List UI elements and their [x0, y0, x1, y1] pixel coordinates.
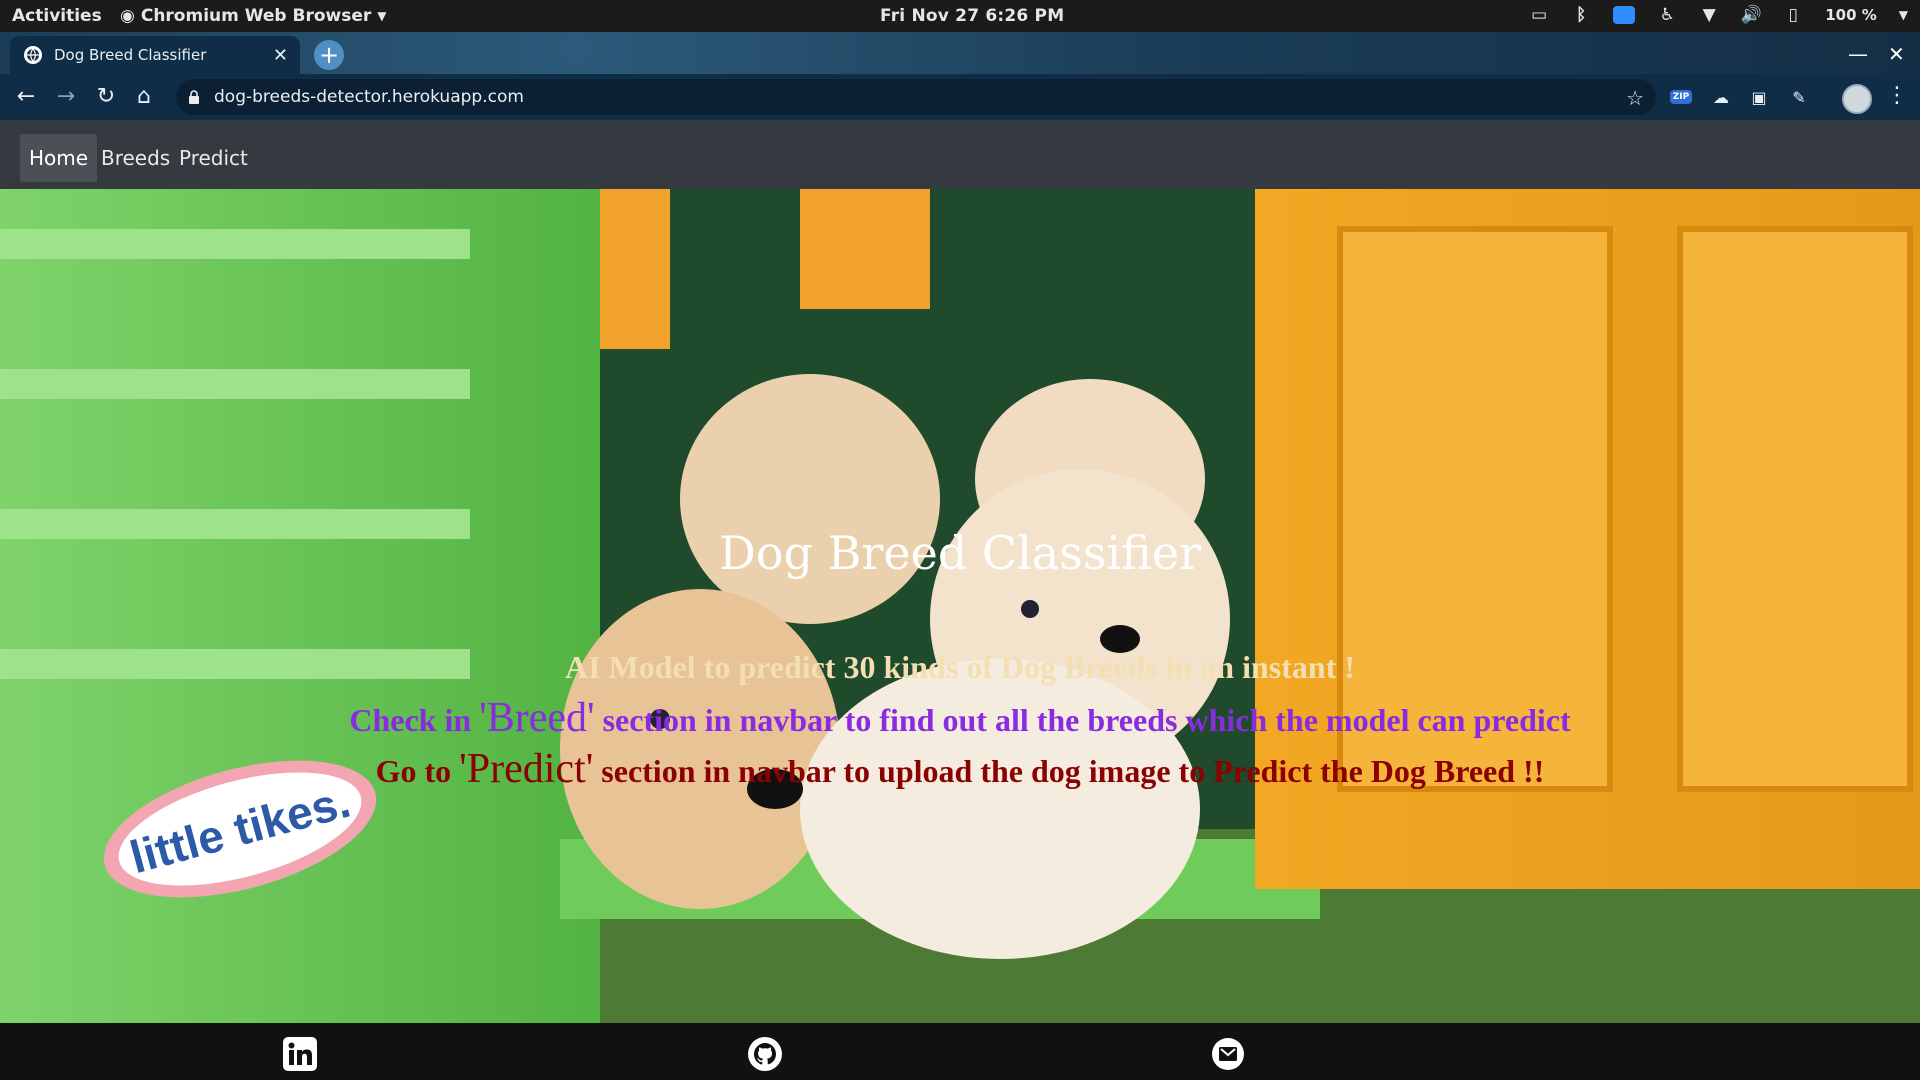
hero-section: little tikes. Dog Breed Classifier AI Mo…: [0, 189, 1920, 1023]
chevron-down-icon: ▼: [377, 9, 387, 23]
nav-breeds[interactable]: Breeds: [92, 134, 179, 182]
wifi-icon[interactable]: ▼: [1699, 5, 1719, 25]
chevron-down-icon[interactable]: ▼: [1899, 8, 1908, 22]
hero-line-2: Check in 'Breed' section in navbar to fi…: [0, 694, 1920, 742]
close-icon[interactable]: ✕: [273, 45, 288, 66]
url-text: dog-breeds-detector.herokuapp.com: [214, 87, 524, 107]
site-footer: [0, 1023, 1920, 1080]
github-icon[interactable]: [747, 1036, 783, 1072]
battery-icon[interactable]: ▯: [1783, 5, 1803, 25]
volume-icon[interactable]: 🔊: [1741, 5, 1762, 25]
hero-line-3: Go to 'Predict' section in navbar to upl…: [0, 745, 1920, 793]
nav-predict[interactable]: Predict: [170, 134, 257, 182]
hero-line-3-prefix: Go to: [375, 753, 460, 789]
more-menu-icon[interactable]: ⋮: [1886, 83, 1908, 108]
battery-percentage: 100 %: [1825, 6, 1877, 24]
hero-line-1: AI Model to predict 30 kinds of Dog Bree…: [565, 649, 1355, 685]
zip-extension-icon[interactable]: ZIP: [1670, 90, 1692, 104]
hero-line-3-highlight: 'Predict': [459, 746, 594, 792]
hero-line-2-suffix: section in navbar to find out all the br…: [594, 702, 1571, 738]
close-window-icon[interactable]: ✕: [1888, 42, 1905, 66]
extension-feather-icon[interactable]: ✎: [1788, 86, 1810, 108]
hero-title: Dog Breed Classifier: [718, 526, 1202, 580]
screen-icon[interactable]: ▭: [1529, 5, 1549, 25]
system-tray[interactable]: ▭ ᛒ ♿ ▼ 🔊 ▯ 100 % ▼: [1529, 5, 1908, 25]
tab-title: Dog Breed Classifier: [54, 46, 207, 64]
home-icon[interactable]: ⌂: [130, 84, 158, 109]
clock[interactable]: Fri Nov 27 6:26 PM: [880, 6, 1064, 26]
system-top-bar: Activities ◉ Chromium Web Browser ▼ Fri …: [0, 0, 1920, 32]
site-navbar: Home Breeds Predict: [0, 120, 1920, 189]
hero-line-3-suffix: section in navbar to upload the dog imag…: [593, 753, 1545, 789]
browser-toolbar: ← → ↻ ⌂ dog-breeds-detector.herokuapp.co…: [0, 74, 1920, 120]
app-menu[interactable]: ◉ Chromium Web Browser ▼: [120, 6, 387, 26]
chromium-icon: ◉: [120, 6, 135, 26]
lock-icon: [189, 90, 199, 104]
extension-copy-icon[interactable]: ▣: [1748, 86, 1770, 108]
bookmark-star-icon[interactable]: ☆: [1626, 86, 1644, 110]
reload-icon[interactable]: ↻: [92, 84, 120, 109]
zoom-app-icon[interactable]: [1613, 6, 1636, 24]
activities-button[interactable]: Activities: [12, 6, 102, 26]
forward-icon[interactable]: →: [52, 84, 80, 109]
address-bar[interactable]: dog-breeds-detector.herokuapp.com ☆: [176, 79, 1656, 115]
gmail-icon[interactable]: [1210, 1036, 1246, 1072]
linkedin-icon[interactable]: [282, 1036, 318, 1072]
tab-dog-breed-classifier[interactable]: Dog Breed Classifier ✕: [10, 36, 300, 74]
accessibility-icon[interactable]: ♿: [1657, 5, 1677, 25]
hero-line-2-prefix: Check in: [349, 702, 480, 738]
tab-strip: Dog Breed Classifier ✕ + — ✕: [0, 32, 1920, 74]
globe-icon: [24, 46, 42, 64]
extension-cloud-icon[interactable]: ☁: [1710, 86, 1732, 108]
app-name: Chromium Web Browser: [140, 6, 372, 26]
minimize-icon[interactable]: —: [1848, 42, 1868, 66]
back-icon[interactable]: ←: [12, 84, 40, 109]
hero-puppies-image: little tikes.: [0, 189, 1920, 1023]
nav-home[interactable]: Home: [20, 134, 98, 182]
hero-line-2-highlight: 'Breed': [479, 695, 595, 741]
profile-avatar[interactable]: [1842, 84, 1872, 114]
bluetooth-icon[interactable]: ᛒ: [1571, 5, 1591, 25]
new-tab-button[interactable]: +: [314, 40, 344, 70]
